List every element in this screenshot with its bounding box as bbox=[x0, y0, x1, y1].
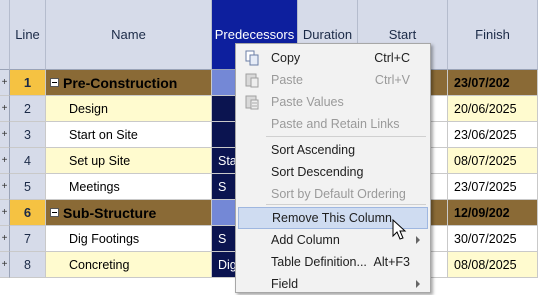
row-line-number[interactable]: 4 bbox=[10, 148, 46, 174]
row-line-number[interactable]: 1 bbox=[10, 70, 46, 96]
menu-item-shortcut: Ctrl+C bbox=[374, 51, 410, 65]
menu-item-shortcut: Alt+F3 bbox=[373, 255, 410, 269]
row-expand-marker[interactable]: + bbox=[0, 174, 10, 200]
menu-item-label: Table Definition... bbox=[271, 255, 367, 269]
menu-item-copy[interactable]: Copy Ctrl+C bbox=[238, 47, 428, 69]
copy-icon bbox=[245, 50, 259, 66]
finish-cell[interactable]: 08/07/2025 bbox=[448, 148, 538, 174]
finish-cell[interactable]: 12/09/202 bbox=[448, 200, 538, 226]
menu-item-table-definition[interactable]: Table Definition... Alt+F3 bbox=[238, 251, 428, 273]
task-name-cell[interactable]: Design bbox=[46, 96, 212, 122]
column-header-name-label: Name bbox=[111, 27, 146, 42]
task-name: Concreting bbox=[69, 257, 130, 272]
finish-cell[interactable]: 08/08/2025 bbox=[448, 252, 538, 278]
row-marker-header bbox=[0, 0, 10, 70]
menu-item-label: Paste bbox=[271, 73, 303, 87]
finish-cell[interactable]: 23/06/2025 bbox=[448, 122, 538, 148]
menu-item-sort-descending[interactable]: Sort Descending bbox=[238, 161, 428, 183]
row-expand-marker[interactable]: + bbox=[0, 70, 10, 96]
paste-values-icon bbox=[245, 95, 259, 110]
task-name: Sub-Structure bbox=[63, 204, 157, 221]
row-expand-marker[interactable]: + bbox=[0, 122, 10, 148]
column-header-predecessors-label: Predecessors bbox=[214, 27, 295, 42]
context-menu: Copy Ctrl+C Paste Ctrl+V Paste Values Paste a… bbox=[235, 43, 431, 293]
row-expand-marker[interactable]: + bbox=[0, 96, 10, 122]
submenu-arrow-icon bbox=[416, 236, 420, 244]
menu-item-paste-and-retain-links[interactable]: Paste and Retain Links bbox=[238, 113, 428, 135]
menu-item-label: Sort Descending bbox=[271, 165, 364, 179]
task-name: Pre-Construction bbox=[63, 74, 178, 91]
menu-item-paste-values[interactable]: Paste Values bbox=[238, 91, 428, 113]
menu-item-label: Paste and Retain Links bbox=[271, 117, 400, 131]
task-name-cell[interactable]: Concreting bbox=[46, 252, 212, 278]
finish-cell[interactable]: 23/07/2025 bbox=[448, 174, 538, 200]
task-name-cell[interactable]: Start on Site bbox=[46, 122, 212, 148]
task-name: Meetings bbox=[69, 179, 120, 194]
column-header-finish[interactable]: Finish bbox=[448, 0, 538, 70]
row-expand-marker[interactable]: + bbox=[0, 148, 10, 174]
menu-item-label: Add Column bbox=[271, 233, 340, 247]
mouse-cursor-icon bbox=[392, 219, 407, 240]
menu-separator bbox=[266, 136, 426, 137]
finish-cell[interactable]: 23/07/202 bbox=[448, 70, 538, 96]
menu-item-paste[interactable]: Paste Ctrl+V bbox=[238, 69, 428, 91]
row-expand-marker[interactable]: + bbox=[0, 200, 10, 226]
menu-item-shortcut: Ctrl+V bbox=[374, 73, 410, 87]
row-line-number[interactable]: 2 bbox=[10, 96, 46, 122]
row-line-number[interactable]: 6 bbox=[10, 200, 46, 226]
finish-cell[interactable]: 30/07/2025 bbox=[448, 226, 538, 252]
menu-item-label: Copy bbox=[271, 51, 301, 65]
task-name: Dig Footings bbox=[69, 231, 140, 246]
task-name: Set up Site bbox=[69, 153, 131, 168]
task-name-cell[interactable]: Pre-Construction bbox=[46, 70, 212, 96]
submenu-arrow-icon bbox=[416, 280, 420, 288]
menu-item-label: Paste Values bbox=[271, 95, 344, 109]
collapse-icon[interactable] bbox=[50, 208, 59, 217]
task-name-cell[interactable]: Sub-Structure bbox=[46, 200, 212, 226]
menu-item-sort-ascending[interactable]: Sort Ascending bbox=[238, 139, 428, 161]
column-header-line[interactable]: Line bbox=[10, 0, 46, 70]
column-header-duration-label: Duration bbox=[302, 27, 353, 42]
menu-item-field[interactable]: Field bbox=[238, 273, 428, 295]
finish-cell[interactable]: 20/06/2025 bbox=[448, 96, 538, 122]
paste-icon bbox=[245, 73, 259, 88]
column-header-finish-label: Finish bbox=[475, 27, 510, 42]
column-header-start-label: Start bbox=[388, 27, 417, 42]
task-name: Start on Site bbox=[69, 127, 138, 142]
column-header-line-label: Line bbox=[15, 27, 40, 42]
task-name-cell[interactable]: Dig Footings bbox=[46, 226, 212, 252]
menu-item-label: Sort by Default Ordering bbox=[271, 187, 406, 201]
task-name-cell[interactable]: Meetings bbox=[46, 174, 212, 200]
column-header-name[interactable]: Name bbox=[46, 0, 212, 70]
row-line-number[interactable]: 8 bbox=[10, 252, 46, 278]
row-expand-marker[interactable]: + bbox=[0, 252, 10, 278]
menu-item-label: Field bbox=[271, 277, 299, 291]
row-expand-marker[interactable]: + bbox=[0, 226, 10, 252]
menu-item-sort-by-default-ordering[interactable]: Sort by Default Ordering bbox=[238, 183, 428, 205]
row-line-number[interactable]: 5 bbox=[10, 174, 46, 200]
collapse-icon[interactable] bbox=[50, 78, 59, 87]
menu-item-label: Remove This Column bbox=[272, 211, 392, 225]
task-name-cell[interactable]: Set up Site bbox=[46, 148, 212, 174]
row-line-number[interactable]: 7 bbox=[10, 226, 46, 252]
row-line-number[interactable]: 3 bbox=[10, 122, 46, 148]
task-name: Design bbox=[69, 101, 108, 116]
menu-item-label: Sort Ascending bbox=[271, 143, 356, 157]
